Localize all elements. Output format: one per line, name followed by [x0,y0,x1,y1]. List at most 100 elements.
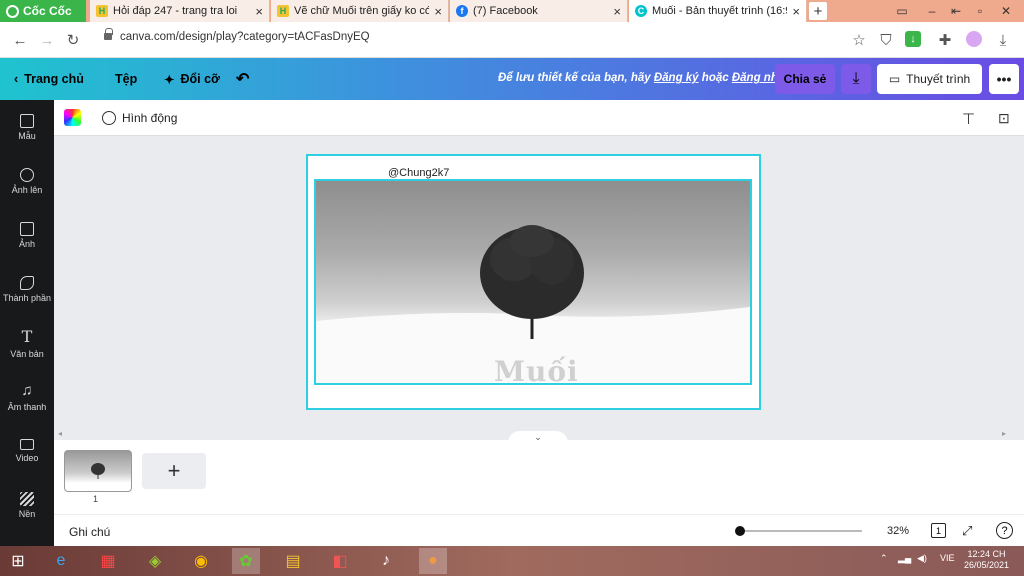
screenshot-icon[interactable]: ▭ [890,0,914,22]
tray-up-icon[interactable]: ⌃ [880,553,888,564]
close-tab-icon[interactable]: × [613,4,621,19]
system-clock[interactable]: 12:24 CH 26/05/2021 [964,549,1009,571]
chevron-left-icon: ‹ [14,72,19,86]
restore-icon[interactable]: ▫ [968,0,992,22]
animate-button[interactable]: Hình động [102,109,177,127]
close-tab-icon[interactable]: × [255,4,263,19]
clock-time: 12:24 CH [967,549,1006,559]
chrome-icon[interactable]: ◉ [187,548,215,574]
sidebar-item-uploads[interactable]: Ảnh lên [0,154,54,208]
sidebar-item-video[interactable]: Video [0,424,54,478]
tiktok-icon[interactable]: ♪ [372,548,400,574]
file-explorer-icon[interactable]: ▤ [279,548,307,574]
photo-icon [20,221,34,236]
download-icon: ⤓ [852,70,860,87]
magic-resize-icon: ✦ [164,72,175,87]
page-thumbnail[interactable] [64,450,132,492]
sidebar-item-label: Ảnh lên [11,184,43,195]
sidebar-item-photos[interactable]: Ảnh [0,208,54,262]
ie-icon[interactable]: e [47,548,75,574]
signup-link[interactable]: Đăng ký [654,72,699,84]
video-icon [20,439,34,450]
undo-icon[interactable]: ↶ [236,58,249,100]
home-link[interactable]: ‹ Trang chủ [14,58,84,100]
color-picker-icon[interactable] [64,109,81,126]
present-button[interactable]: ▭ Thuyết trình [877,64,982,94]
back-icon[interactable]: ← [10,30,30,50]
coccoc-logo[interactable]: Cốc Cốc [0,0,86,22]
muoi-title-text[interactable]: Muối [494,355,579,388]
close-tab-icon[interactable]: × [434,4,442,19]
language-indicator[interactable]: VIE [940,553,955,563]
add-page-button[interactable]: + [142,453,206,489]
scroll-right-icon[interactable]: ▸ [1002,429,1006,438]
file-menu[interactable]: Tệp [115,58,137,100]
forward-icon[interactable]: → [37,30,57,50]
music-icon: ♫ [21,382,33,399]
minimize-icon[interactable]: – [920,0,944,22]
tab-title: Vẽ chữ Muối trên giấy ko có [294,5,430,17]
app-icon[interactable]: ▦ [94,548,122,574]
page-number: 1 [93,494,99,504]
lock-icon[interactable]: ⊡ [998,110,1010,127]
template-icon [20,113,34,128]
present-label: Thuyết trình [906,72,971,86]
notes-button[interactable]: Ghi chú [69,525,110,539]
thumbnail-tree [91,463,105,479]
sidebar-item-audio[interactable]: ♫ Âm thanh [0,370,54,424]
sidebar-item-label: Thành phần [2,292,52,303]
credit-text[interactable]: @Chung2k7 [388,167,449,179]
sidebar-item-templates[interactable]: Mẫu [0,100,54,154]
back-arrow-icon[interactable]: ⇤ [944,0,968,22]
fullscreen-icon[interactable]: ⤢ [962,523,972,539]
brand-name: Cốc Cốc [23,4,72,18]
bluestacks-icon[interactable]: ◈ [141,548,169,574]
zoom-slider[interactable] [740,530,862,532]
download-button[interactable]: ⤓ [841,64,871,94]
page-count-button[interactable]: 1 [931,523,946,538]
tree-photo [316,225,750,383]
browser-tab-3[interactable]: f (7) Facebook × [450,0,628,22]
zoom-level[interactable]: 32% [887,525,909,537]
share-button[interactable]: Chia sẻ [775,64,835,94]
save-prefix: Để lưu thiết kế của bạn, hãy [498,72,651,84]
background-icon [20,491,34,506]
close-tab-icon[interactable]: × [792,4,800,19]
browser-tab-4[interactable]: C Muối - Bản thuyết trình (16:9 × [629,0,807,22]
browser-tab-2[interactable]: H Vẽ chữ Muối trên giấy ko có × [271,0,449,22]
facebook-favicon-icon: f [456,5,468,17]
powerpoint-icon[interactable]: ◧ [326,548,354,574]
volume-icon[interactable]: ◀) [917,553,927,564]
browser-tab-1[interactable]: H Hỏi đáp 247 - trang tra loi × [90,0,270,22]
canva-app-icon[interactable]: ● [419,548,447,574]
download-extension-icon[interactable]: ↓ [905,31,921,47]
tab-title: Hỏi đáp 247 - trang tra loi [113,5,238,17]
sidebar-item-label: Nền [18,508,36,519]
new-tab-button[interactable]: + [809,2,827,20]
shield-icon[interactable]: ⛉ [876,30,896,50]
extensions-puzzle-icon[interactable]: ✚ [935,30,955,50]
windows-start-icon[interactable]: ⊞ [4,548,32,574]
bookmark-star-icon[interactable]: ☆ [849,30,869,50]
elements-icon [20,275,34,290]
scroll-left-icon[interactable]: ◂ [58,429,62,438]
paint-roller-icon[interactable]: ⊤ [962,110,975,128]
zoom-slider-knob[interactable] [735,526,745,536]
coccoc-taskbar-icon[interactable]: ✿ [232,548,260,574]
sidebar-item-text[interactable]: T Văn bản [0,316,54,370]
sidebar-item-background[interactable]: Nền [0,478,54,532]
save-message: Để lưu thiết kế của bạn, hãy Đăng ký hoặ… [498,72,791,84]
downloads-icon[interactable]: ⤓ [993,30,1013,50]
reload-icon[interactable]: ↻ [63,30,83,50]
sidebar-item-label: Video [15,453,39,463]
network-icon[interactable]: ▂▄ [898,553,911,564]
text-icon: T [21,327,33,346]
home-label: Trang chủ [24,72,84,86]
help-button[interactable]: ? [996,522,1013,539]
close-window-icon[interactable]: ✕ [994,0,1018,22]
profile-avatar-icon[interactable] [966,31,982,47]
sidebar-item-elements[interactable]: Thành phần [0,262,54,316]
resize-menu[interactable]: ✦ Đổi cỡ [164,58,220,100]
url-field[interactable]: canva.com/design/play?category=tACFasDny… [120,31,370,43]
more-options-button[interactable]: ••• [989,64,1019,94]
